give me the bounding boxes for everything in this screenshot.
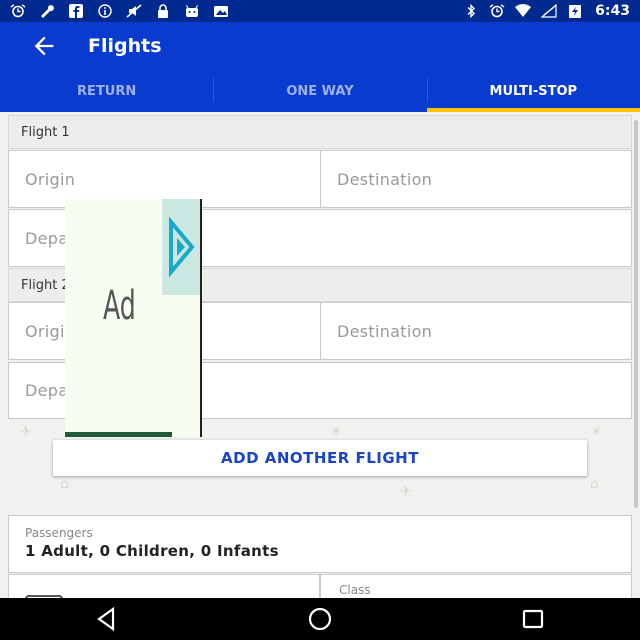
nav-home-button[interactable]	[290, 598, 350, 640]
photo-icon	[213, 4, 229, 18]
scrollbar[interactable]	[634, 120, 638, 508]
add-another-flight-button[interactable]: ADD ANOTHER FLIGHT	[53, 440, 587, 476]
battery-icon	[567, 4, 583, 18]
android-icon	[184, 4, 200, 18]
alarm-icon	[10, 4, 26, 18]
flight-1-destination-field[interactable]: Destination	[320, 150, 632, 208]
alarm-icon	[489, 4, 505, 18]
play-icon	[169, 216, 195, 278]
navigation-bar	[0, 598, 640, 640]
background-pattern-icon: ✈	[20, 424, 32, 440]
tab-return[interactable]: RETURN	[0, 70, 213, 112]
status-right-icons: 6:43	[463, 3, 630, 19]
wifi-icon	[515, 4, 532, 18]
nav-back-button[interactable]	[77, 598, 137, 640]
passengers-label: Passengers	[25, 526, 93, 540]
seat-selector[interactable]	[8, 574, 320, 598]
ad-progress-bar	[65, 432, 172, 437]
triangle-back-icon	[96, 606, 114, 632]
app-bar: Flights	[0, 22, 640, 70]
status-left-icons	[10, 4, 229, 18]
class-selector[interactable]: Class	[320, 574, 632, 598]
passengers-value: 1 Adult, 0 Children, 0 Infants	[25, 542, 279, 560]
tab-multi-stop[interactable]: MULTI-STOP	[426, 70, 640, 112]
info-icon	[97, 4, 113, 18]
wrench-icon	[39, 4, 55, 18]
status-time: 6:43	[595, 3, 630, 19]
background-pattern-icon: ⌂	[60, 476, 69, 492]
circle-home-icon	[308, 607, 332, 631]
page-title: Flights	[88, 35, 162, 57]
class-label: Class	[339, 583, 371, 597]
background-pattern-icon: ☀	[590, 424, 603, 440]
mute-icon	[126, 4, 142, 18]
back-button[interactable]	[22, 24, 66, 68]
flight-1-header: Flight 1	[8, 115, 632, 149]
flight-2-destination-field[interactable]: Destination	[320, 302, 632, 360]
ad-label: Ad	[103, 283, 136, 329]
signal-icon	[541, 4, 557, 18]
ad-banner[interactable]: Ad	[65, 199, 202, 437]
bluetooth-icon	[463, 4, 479, 18]
facebook-icon	[68, 4, 84, 18]
status-bar: 6:43	[0, 0, 640, 22]
background-pattern-icon: ☀	[330, 424, 343, 440]
passengers-selector[interactable]: Passengers 1 Adult, 0 Children, 0 Infant…	[8, 515, 632, 573]
square-recents-icon	[523, 609, 544, 629]
background-pattern-icon: ⌂	[590, 476, 599, 492]
arrow-left-icon	[34, 36, 54, 56]
ad-choices-button[interactable]	[162, 199, 200, 295]
background-pattern-icon: ✈	[400, 484, 412, 500]
trip-type-tabs: RETURN ONE WAY MULTI-STOP	[0, 70, 640, 112]
lock-icon	[155, 4, 171, 18]
tab-one-way[interactable]: ONE WAY	[213, 70, 426, 112]
nav-recents-button[interactable]	[503, 598, 563, 640]
